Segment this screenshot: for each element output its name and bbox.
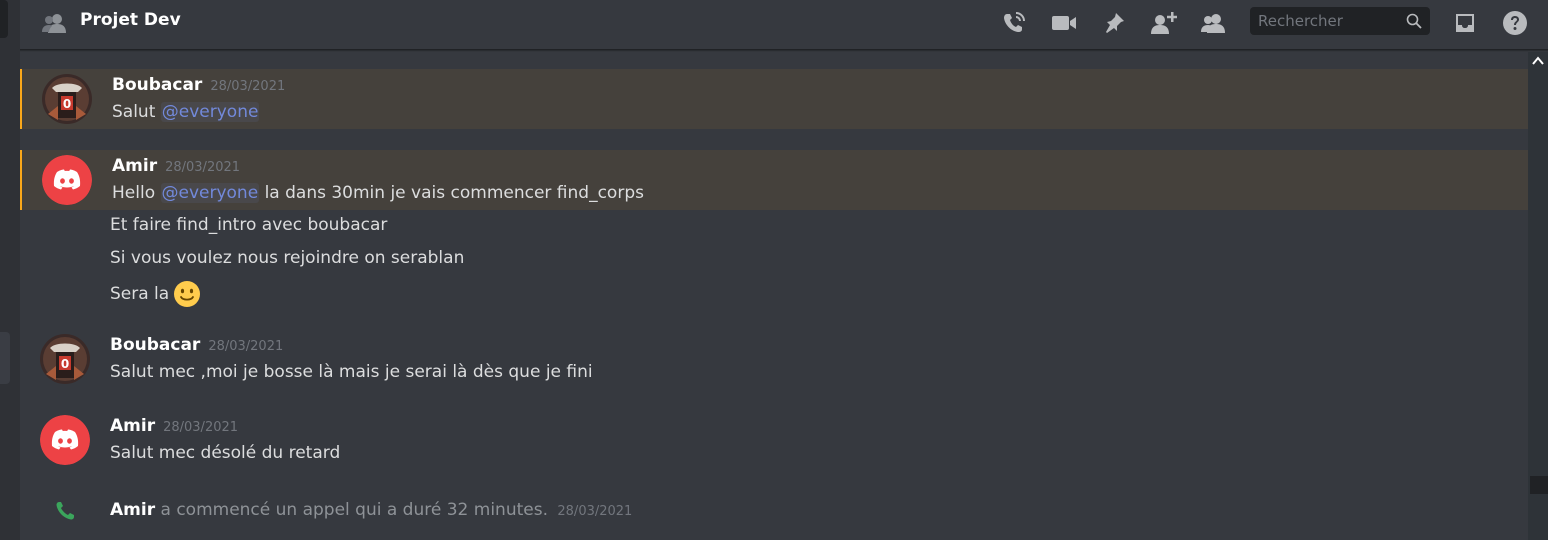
help-icon — [1503, 11, 1527, 35]
inbox-button[interactable] — [1451, 9, 1479, 37]
message-author[interactable]: Amir 28/03/2021 — [112, 156, 240, 176]
scrollbar[interactable] — [1528, 52, 1548, 540]
author-name[interactable]: Boubacar — [112, 75, 202, 95]
message-author[interactable]: Boubacar 28/03/2021 — [112, 75, 285, 95]
author-name[interactable]: Amir — [112, 156, 157, 176]
add-member-button[interactable] — [1150, 9, 1178, 37]
message-content: Sera la — [110, 280, 201, 308]
scroll-up-icon[interactable] — [1532, 56, 1544, 66]
help-button[interactable] — [1501, 9, 1529, 37]
user-avatar-image: 0 — [40, 334, 90, 384]
user-avatar-image: 0 — [42, 74, 92, 124]
member-list-button[interactable] — [1200, 9, 1228, 37]
group-dm-icon — [40, 11, 68, 35]
message-list: 0 Boubacar 28/03/2021 Salut @everyone Ami… — [20, 52, 1528, 540]
pin-icon — [1106, 13, 1124, 33]
message-text: la dans 30min je vais commencer find_cor… — [259, 183, 644, 203]
message[interactable]: Amir 28/03/2021 Salut mec désolé du retar… — [20, 410, 1528, 470]
message-author[interactable]: Boubacar 28/03/2021 — [110, 335, 283, 355]
message[interactable]: 0 Boubacar 28/03/2021 Salut mec ,moi je b… — [20, 329, 1528, 389]
slightly-smiling-face-emoji-icon[interactable] — [173, 280, 201, 308]
call-icon — [1004, 12, 1025, 32]
inbox-icon — [1456, 14, 1474, 32]
mention-everyone[interactable]: @everyone — [160, 183, 260, 203]
members-icon — [1201, 14, 1225, 33]
sidebar-item[interactable] — [0, 0, 8, 38]
system-message-text: a commencé un appel qui a duré 32 minute… — [160, 500, 548, 520]
sidebar-item[interactable] — [0, 332, 10, 384]
message-timestamp: 28/03/2021 — [210, 79, 286, 94]
search-icon — [1406, 13, 1422, 29]
message[interactable]: Amir 28/03/2021 Hello @everyone la dans 3… — [20, 150, 1528, 210]
message-content: Et faire find_intro avec boubacar — [110, 215, 388, 235]
avatar[interactable] — [40, 415, 90, 465]
search-box[interactable] — [1250, 7, 1430, 35]
message-content: Si vous voulez nous rejoindre on serabla… — [110, 248, 465, 268]
message[interactable]: 0 Boubacar 28/03/2021 Salut @everyone — [20, 69, 1528, 129]
message-timestamp: 28/03/2021 — [557, 504, 633, 519]
discord-logo-icon — [40, 415, 90, 465]
scrollbar-thumb[interactable] — [1530, 476, 1548, 494]
svg-text:0: 0 — [61, 357, 69, 371]
message-text: Sera la — [110, 284, 170, 304]
channel-title: Projet Dev — [80, 10, 181, 30]
message-text: Hello — [112, 183, 161, 203]
message-text: Salut — [112, 102, 161, 122]
system-message-call: Amir a commencé un appel qui a duré 32 m… — [20, 492, 1528, 528]
add-member-icon — [1151, 12, 1177, 34]
phone-icon — [56, 502, 74, 520]
message-author[interactable]: Amir 28/03/2021 — [110, 416, 238, 436]
message-timestamp: 28/03/2021 — [165, 160, 241, 175]
avatar[interactable]: 0 — [40, 334, 90, 384]
author-name[interactable]: Amir — [110, 500, 155, 520]
message-content: Salut mec ,moi je bosse là mais je serai… — [110, 362, 593, 382]
start-video-button[interactable] — [1050, 9, 1078, 37]
system-message-content: Amir a commencé un appel qui a duré 32 m… — [110, 500, 632, 520]
start-call-button[interactable] — [1000, 9, 1028, 37]
pinned-messages-button[interactable] — [1100, 9, 1128, 37]
message-timestamp: 28/03/2021 — [208, 339, 284, 354]
author-name[interactable]: Boubacar — [110, 335, 200, 355]
mention-everyone[interactable]: @everyone — [160, 102, 260, 122]
avatar[interactable] — [42, 155, 92, 205]
author-name[interactable]: Amir — [110, 416, 155, 436]
message-content: Salut mec désolé du retard — [110, 443, 341, 463]
avatar[interactable]: 0 — [42, 74, 92, 124]
channel-header: Projet Dev — [20, 0, 1548, 50]
video-icon — [1052, 16, 1076, 30]
message-content: Hello @everyone la dans 30min je vais co… — [112, 183, 644, 203]
svg-text:0: 0 — [63, 97, 71, 111]
message-timestamp: 28/03/2021 — [163, 420, 239, 435]
message-content: Salut @everyone — [112, 102, 260, 122]
server-sidebar-edge — [0, 0, 20, 540]
discord-logo-icon — [42, 155, 92, 205]
search-input[interactable] — [1250, 7, 1400, 35]
